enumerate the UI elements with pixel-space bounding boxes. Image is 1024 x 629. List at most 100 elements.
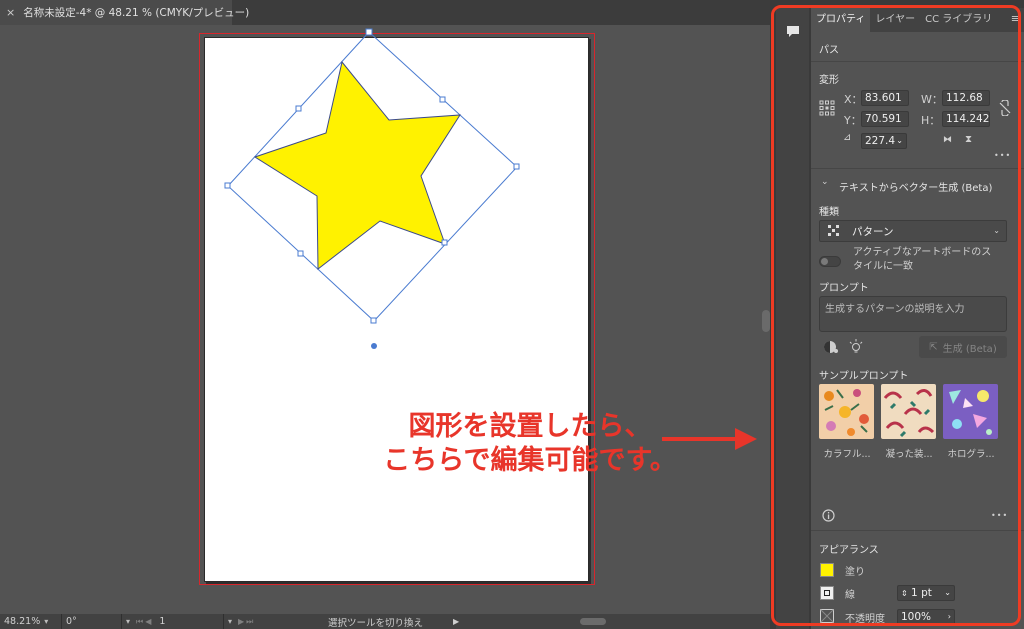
first-prev-artboard-icon[interactable]: ⏮◀	[134, 617, 155, 627]
document-tab-bar: × 名称未設定-4* @ 48.21 % (CMYK/プレビュー)	[0, 0, 770, 25]
type-value: パターン	[852, 225, 894, 238]
divider	[811, 530, 1024, 531]
type-select[interactable]: パターン ⌄	[819, 220, 1007, 242]
stroke-weight-field[interactable]: ⇕ 1 pt ⌄	[897, 585, 955, 601]
handle-bottom-left[interactable]	[297, 250, 304, 257]
constrain-proportions-icon[interactable]	[999, 100, 1011, 116]
handle-top-right[interactable]	[439, 96, 446, 103]
handle-left[interactable]	[224, 182, 231, 189]
generate-label: 生成 (Beta)	[942, 343, 997, 355]
zoom-value: 48.21%	[4, 616, 41, 627]
chevron-down-icon[interactable]: ⌄	[821, 177, 829, 187]
stroke-swatch[interactable]	[820, 586, 834, 600]
star-shape[interactable]	[253, 60, 461, 271]
vertical-scroll-thumb[interactable]	[762, 310, 770, 332]
handle-bottom[interactable]	[370, 317, 377, 324]
next-last-artboard-icon[interactable]: ▶⏭	[236, 617, 257, 627]
close-tab-icon[interactable]: ×	[6, 6, 15, 19]
chevron-down-icon[interactable]: ▾	[44, 617, 48, 626]
toggle-label-line-1: アクティブなアートボードのス	[853, 247, 992, 258]
rotation-value: 0°	[66, 616, 77, 627]
angle-icon: ⊿	[843, 132, 852, 143]
h-label: H：	[921, 114, 941, 127]
reference-point-icon[interactable]	[819, 100, 835, 116]
fill-swatch[interactable]	[820, 563, 834, 577]
annotation-line-2: こちらで編集可能です。	[383, 445, 677, 476]
text-to-vector-more-button[interactable]: •••	[991, 511, 1008, 520]
stroke-swatch-inner	[824, 590, 830, 596]
stroke-weight-value: 1 pt	[911, 587, 932, 599]
selected-star-shape[interactable]	[0, 25, 760, 614]
illustrator-window: × 名称未設定-4* @ 48.21 % (CMYK/プレビュー) 図形を設置し…	[0, 0, 1024, 629]
w-field[interactable]: 112.68	[942, 90, 990, 106]
opacity-label: 不透明度	[845, 614, 885, 625]
artboard-number[interactable]: 1	[159, 616, 165, 627]
toggle-label: アクティブなアートボードのス タイルに一致	[853, 246, 991, 274]
w-label: W：	[921, 93, 943, 106]
flip-horizontal-icon[interactable]: ⧓	[943, 135, 952, 145]
properties-panel: プロパティ レイヤー CC ライブラリ ≡ パス 変形 X： 83.601 W：…	[811, 8, 1024, 629]
horizontal-scrollbar[interactable]	[440, 618, 740, 625]
y-field[interactable]: 70.591	[861, 111, 909, 127]
horizontal-scroll-thumb[interactable]	[580, 618, 606, 625]
lightbulb-icon[interactable]	[849, 339, 863, 355]
match-artboard-style-toggle[interactable]	[819, 256, 841, 267]
artboard-nav-next[interactable]: ▾ ▶⏭	[224, 614, 268, 629]
h-field[interactable]: 114.242	[942, 111, 990, 127]
chevron-right-icon[interactable]: ›	[948, 610, 951, 624]
toggle-knob	[821, 258, 828, 265]
info-icon[interactable]	[822, 509, 835, 522]
stepper-icon[interactable]: ⇕	[901, 589, 908, 598]
appearance-title: アピアランス	[819, 545, 879, 556]
sample-caption-3: ホログラ...	[947, 449, 995, 460]
chevron-down-icon[interactable]: ▾	[126, 617, 130, 626]
annotation-line-1: 図形を設置したら、	[408, 411, 652, 442]
document-tab[interactable]: × 名称未設定-4* @ 48.21 % (CMYK/プレビュー)	[0, 0, 249, 25]
tab-layers[interactable]: レイヤー	[870, 8, 920, 32]
zoom-field[interactable]: 48.21% ▾	[0, 614, 62, 629]
rotation-field[interactable]: 0°	[62, 614, 122, 629]
handle-bottom-right[interactable]	[441, 239, 448, 246]
panel-menu-icon[interactable]: ≡	[1011, 12, 1020, 25]
style-reference-icon[interactable]	[823, 340, 839, 354]
handle-right[interactable]	[513, 163, 520, 170]
flip-vertical-icon[interactable]: ⧗	[965, 134, 972, 145]
pattern-icon	[828, 225, 839, 236]
toggle-label-line-2: タイルに一致	[853, 261, 913, 272]
divider	[811, 61, 1024, 62]
generate-button[interactable]: ⇱ 生成 (Beta)	[919, 336, 1007, 358]
artboard-navigation[interactable]: ▾ ⏮◀ 1	[122, 614, 224, 629]
tab-cc-libraries[interactable]: CC ライブラリ	[920, 8, 997, 32]
sample-thumb-holographic[interactable]	[943, 384, 998, 439]
sample-thumb-ornate[interactable]	[881, 384, 936, 439]
chevron-down-icon[interactable]: ▾	[228, 617, 232, 626]
divider	[811, 168, 1024, 169]
angle-value: 227.4	[865, 135, 896, 147]
annotation-arrow-head	[735, 428, 757, 450]
document-tab-title: 名称未設定-4* @ 48.21 % (CMYK/プレビュー)	[23, 7, 250, 19]
chevron-down-icon[interactable]: ⌄	[944, 586, 951, 600]
chevron-down-icon[interactable]: ⌄	[896, 134, 903, 148]
panel-tabs: プロパティ レイヤー CC ライブラリ	[811, 8, 1024, 32]
sample-prompts-label: サンプルプロンプト	[819, 371, 909, 382]
canvas-area[interactable]: 図形を設置したら、 こちらで編集可能です。	[0, 25, 760, 614]
angle-field[interactable]: 227.4 ⌄	[861, 133, 907, 149]
prompt-input[interactable]: 生成するパターンの説明を入力	[819, 296, 1007, 332]
handle-top[interactable]	[365, 28, 373, 36]
sample-caption-1: カラフル...	[823, 449, 871, 460]
x-field[interactable]: 83.601	[861, 90, 909, 106]
tab-properties[interactable]: プロパティ	[811, 8, 871, 32]
annotation-text: 図形を設置したら、 こちらで編集可能です。	[370, 410, 690, 478]
handle-top-left[interactable]	[295, 105, 302, 112]
prompt-label: プロンプト	[819, 283, 869, 294]
y-label: Y：	[844, 114, 862, 127]
comment-icon	[787, 25, 799, 37]
sample-thumb-colorful[interactable]	[819, 384, 874, 439]
generate-icon: ⇱	[929, 341, 938, 353]
opacity-field[interactable]: 100% ›	[897, 609, 955, 625]
transform-more-button[interactable]: •••	[994, 151, 1011, 160]
type-label: 種類	[819, 207, 839, 218]
panel-icon-strip	[776, 8, 809, 629]
comments-button[interactable]	[782, 20, 804, 42]
rotation-point[interactable]	[371, 343, 377, 349]
